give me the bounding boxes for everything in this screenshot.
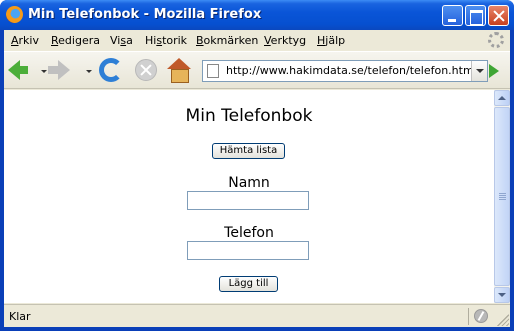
url-bar[interactable]: http://www.hakimdata.se/telefon/telefon.… xyxy=(202,60,488,82)
menu-visa-label: a xyxy=(126,34,133,47)
menu-bokmarken-mnemonic: B xyxy=(196,34,204,47)
navigation-toolbar: http://www.hakimdata.se/telefon/telefon.… xyxy=(4,51,510,89)
firefox-icon xyxy=(6,6,23,23)
forward-arrow-icon[interactable] xyxy=(48,60,70,80)
back-arrow-icon[interactable] xyxy=(8,60,28,80)
close-button[interactable] xyxy=(488,5,509,26)
status-text: Klar xyxy=(9,310,31,323)
home-icon[interactable] xyxy=(167,58,191,83)
title-bar[interactable]: Min Telefonbok - Mozilla Firefox xyxy=(0,0,514,30)
scroll-grip-icon xyxy=(499,193,506,201)
status-bar: Klar xyxy=(4,304,510,327)
menu-verktyg[interactable]: Verktyg xyxy=(264,34,306,47)
url-history-dropdown-icon[interactable] xyxy=(471,61,487,81)
menu-redigera-label: edigera xyxy=(58,34,100,47)
browser-frame: Arkiv Redigera Visa Historik Bokmärken V… xyxy=(4,30,510,327)
menu-verktyg-mnemonic: V xyxy=(264,34,271,47)
menu-verktyg-label: erktyg xyxy=(270,34,307,47)
go-arrow-icon[interactable] xyxy=(489,64,499,78)
menu-historik[interactable]: Historik xyxy=(145,34,187,47)
menu-bokmarken-label: okmärken xyxy=(203,34,259,47)
phone-input[interactable] xyxy=(187,241,309,260)
menu-bokmarken[interactable]: Bokmärken xyxy=(196,34,258,47)
add-button[interactable]: Lägg till xyxy=(219,276,278,292)
menu-bar: Arkiv Redigera Visa Historik Bokmärken V… xyxy=(4,30,510,51)
menu-historik-prefix: Hi xyxy=(145,34,157,47)
name-label: Namn xyxy=(228,175,270,191)
menu-hjalp-label: jälp xyxy=(325,34,346,47)
menu-arkiv-label: rkiv xyxy=(18,34,39,47)
phone-label: Telefon xyxy=(224,225,274,241)
url-text[interactable]: http://www.hakimdata.se/telefon/telefon.… xyxy=(226,64,477,77)
menu-visa-prefix: Vi xyxy=(110,34,121,47)
status-divider xyxy=(468,308,469,325)
stop-icon[interactable] xyxy=(135,59,157,81)
back-history-dropdown-icon[interactable] xyxy=(41,70,47,73)
page-content: Min Telefonbok Hämta lista Namn Telefon … xyxy=(4,90,494,303)
vertical-scrollbar[interactable] xyxy=(494,90,510,303)
scroll-up-arrow-icon[interactable] xyxy=(494,90,510,106)
connection-status-icon xyxy=(474,309,488,323)
name-input[interactable] xyxy=(187,191,309,210)
menu-arkiv-mnemonic: A xyxy=(11,34,19,47)
menu-arkiv[interactable]: Arkiv xyxy=(11,34,39,47)
maximize-button[interactable] xyxy=(465,5,486,26)
menu-visa[interactable]: Visa xyxy=(110,34,133,47)
page-title: Min Telefonbok xyxy=(185,106,313,126)
menu-hjalp[interactable]: Hjälp xyxy=(317,34,345,47)
reload-icon[interactable] xyxy=(99,58,123,82)
scroll-thumb[interactable] xyxy=(494,107,510,286)
minimize-button[interactable] xyxy=(442,5,463,26)
scroll-down-arrow-icon[interactable] xyxy=(494,287,510,303)
menu-redigera[interactable]: Redigera xyxy=(51,34,100,47)
fetch-list-button[interactable]: Hämta lista xyxy=(212,143,285,159)
menu-historik-label: torik xyxy=(162,34,188,47)
resize-grip-icon[interactable] xyxy=(497,314,509,326)
window-title: Min Telefonbok - Mozilla Firefox xyxy=(28,7,262,22)
page-icon xyxy=(207,64,219,78)
browser-window: Min Telefonbok - Mozilla Firefox Arkiv R… xyxy=(0,0,514,331)
forward-history-dropdown-icon[interactable] xyxy=(86,70,92,73)
throbber-icon xyxy=(488,32,504,48)
